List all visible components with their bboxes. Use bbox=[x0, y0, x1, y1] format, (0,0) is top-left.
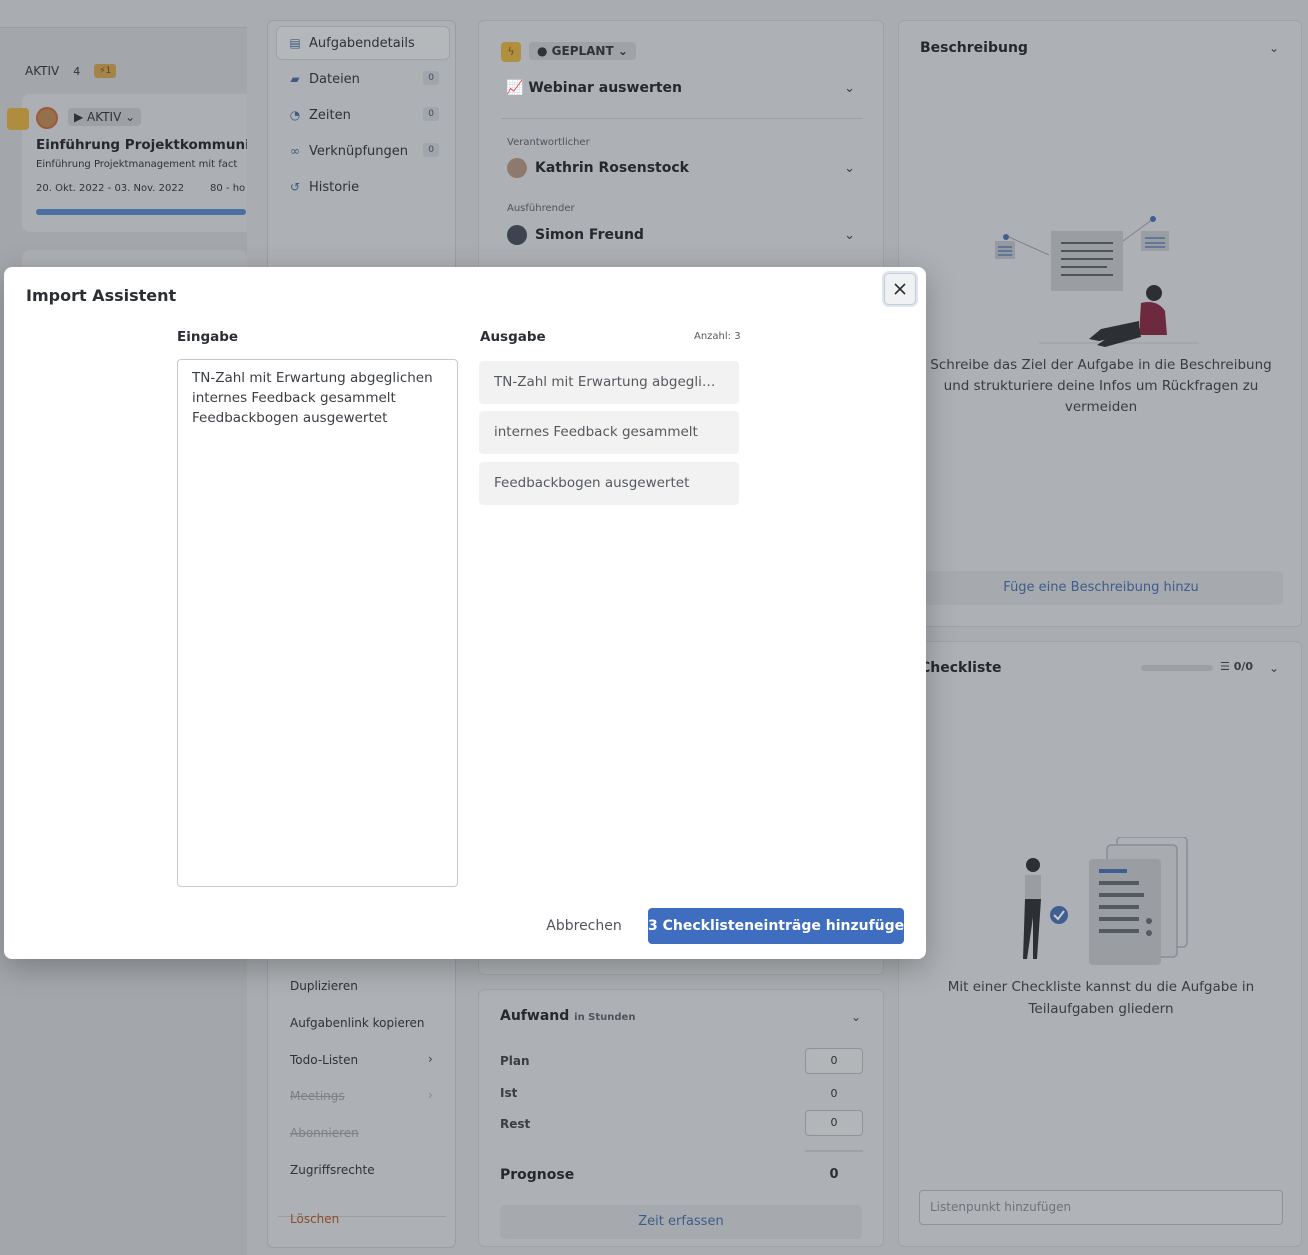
checklist-panel: Checkliste ☰ 0/0 ⌄ Mit einer Checkliste … bbox=[898, 641, 1302, 1247]
nav-label: Zeiten bbox=[309, 107, 351, 123]
nav-label: Verknüpfungen bbox=[309, 143, 409, 159]
responsible-name: Kathrin Rosenstock bbox=[535, 160, 689, 176]
avatar bbox=[36, 107, 58, 129]
avatar bbox=[507, 158, 527, 178]
rest-label: Rest bbox=[500, 1117, 531, 1131]
chevron-down-icon[interactable]: ⌄ bbox=[844, 81, 855, 96]
history-icon: ↺ bbox=[289, 180, 301, 194]
folder-icon: ▰ bbox=[290, 72, 300, 86]
nav-item-history[interactable]: ↺ Historie bbox=[277, 171, 449, 203]
link-icon: ∞ bbox=[290, 144, 300, 158]
executor-name: Simon Freund bbox=[535, 227, 644, 243]
chevron-down-icon[interactable]: ⌄ bbox=[1269, 661, 1279, 675]
clipboard-icon: ▤ bbox=[289, 36, 301, 50]
description-title: Beschreibung bbox=[920, 40, 1028, 56]
avatar bbox=[507, 225, 527, 245]
description-empty-text: Schreibe das Ziel der Aufgabe in die Bes… bbox=[930, 357, 1272, 415]
project-hours: 80 - ho bbox=[210, 183, 246, 194]
forecast-value: 0 bbox=[829, 1167, 839, 1182]
responsible-select[interactable]: Kathrin Rosenstock bbox=[507, 158, 689, 178]
project-subtitle: Einführung Projektmanagement mit fact bbox=[36, 159, 238, 170]
divider bbox=[805, 1150, 863, 1152]
nav-item-files[interactable]: ▰ Dateien 0 bbox=[277, 63, 449, 95]
plan-label: Plan bbox=[500, 1054, 530, 1068]
chevron-down-icon[interactable]: ⌄ bbox=[1269, 41, 1279, 55]
count-badge: 0 bbox=[423, 107, 439, 121]
forecast-label: Prognose bbox=[500, 1167, 575, 1183]
project-title: Einführung Projektkommunikat bbox=[36, 137, 275, 153]
copy-link-action[interactable]: Aufgabenlink kopieren bbox=[290, 1016, 425, 1030]
description-illustration-icon bbox=[995, 216, 1199, 347]
lightning-icon: ϟ bbox=[501, 42, 521, 62]
checklist-count: ☰ 0/0 bbox=[1220, 660, 1254, 673]
nav-label: Aufgabendetails bbox=[309, 35, 415, 51]
checklist-item-input[interactable]: Listenpunkt hinzufügen bbox=[919, 1190, 1283, 1225]
close-icon bbox=[894, 283, 906, 295]
output-count: Anzahl: 3 bbox=[694, 331, 741, 342]
meetings-action: Meetings bbox=[290, 1089, 345, 1103]
actual-value: 0 bbox=[830, 1087, 838, 1100]
output-item: internes Feedback gesammelt bbox=[479, 411, 739, 454]
chevron-down-icon[interactable]: ⌄ bbox=[851, 1010, 861, 1024]
checklist-empty-text: Mit einer Checkliste kannst du die Aufga… bbox=[947, 979, 1255, 1017]
cancel-button[interactable]: Abbrechen bbox=[532, 908, 636, 944]
column-header: AKTIV 4 ⚡1 bbox=[25, 64, 117, 78]
nav-label: Dateien bbox=[309, 71, 360, 87]
todo-lists-action[interactable]: Todo-Listen bbox=[290, 1053, 358, 1067]
plan-input[interactable]: 0 bbox=[805, 1048, 863, 1074]
top-toolbar bbox=[0, 0, 247, 28]
output-item: TN-Zahl mit Erwartung abgeglichen bbox=[479, 361, 739, 404]
output-label: Ausgabe bbox=[480, 329, 546, 345]
checklist-title: Checkliste bbox=[920, 660, 1002, 676]
input-label: Eingabe bbox=[177, 329, 239, 345]
count-badge: 0 bbox=[423, 143, 439, 157]
column-title: AKTIV bbox=[25, 64, 60, 78]
effort-panel: Aufwand in Stunden ⌄ Plan 0 Ist 0 Rest 0… bbox=[478, 989, 884, 1247]
status-dropdown[interactable]: ● GEPLANT ⌄ bbox=[529, 42, 636, 60]
project-card[interactable]: ▶ AKTIV ⌄ Einführung Projektkommunikat E… bbox=[7, 94, 274, 232]
add-description-button[interactable]: Füge eine Beschreibung hinzu bbox=[919, 571, 1283, 605]
modal-title: Import Assistent bbox=[26, 286, 177, 305]
effort-title: Aufwand in Stunden bbox=[500, 1008, 636, 1024]
nav-item-links[interactable]: ∞ Verknüpfungen 0 bbox=[277, 135, 449, 167]
task-title[interactable]: 📈 Webinar auswerten bbox=[506, 80, 682, 96]
delete-action[interactable]: Löschen bbox=[290, 1212, 339, 1226]
stopwatch-icon: ◔ bbox=[289, 108, 301, 122]
rest-input[interactable]: 0 bbox=[805, 1110, 863, 1136]
checklist-illustration-icon bbox=[1023, 837, 1188, 965]
import-textarea[interactable] bbox=[177, 359, 458, 887]
warning-badge: ⚡1 bbox=[94, 64, 117, 78]
log-time-button[interactable]: Zeit erfassen bbox=[500, 1205, 862, 1239]
checklist-progress-bar bbox=[1141, 665, 1213, 671]
count-badge: 0 bbox=[423, 71, 439, 85]
nav-label: Historie bbox=[309, 179, 360, 195]
chevron-right-icon: › bbox=[428, 1088, 433, 1102]
output-item: Feedbackbogen ausgewertet bbox=[479, 462, 739, 505]
chevron-right-icon: › bbox=[428, 1052, 433, 1066]
executor-select[interactable]: Simon Freund bbox=[507, 225, 644, 245]
chevron-down-icon[interactable]: ⌄ bbox=[844, 228, 855, 243]
executor-label: Ausführender bbox=[507, 203, 575, 214]
project-dates: 20. Okt. 2022 - 03. Nov. 2022 bbox=[36, 183, 185, 194]
import-assistant-modal: Import Assistent Eingabe Ausgabe Anzahl:… bbox=[4, 267, 926, 959]
subscribe-action: Abonnieren bbox=[290, 1126, 359, 1140]
responsible-label: Verantwortlicher bbox=[507, 137, 590, 148]
nav-item-details[interactable]: ▤ Aufgabendetails bbox=[277, 27, 449, 59]
divider bbox=[501, 118, 863, 119]
add-checklist-items-button[interactable]: 3 Checklisteneinträge hinzufügen bbox=[648, 908, 914, 944]
column-count: 4 bbox=[73, 64, 81, 78]
progress-bar bbox=[36, 209, 246, 215]
access-rights-action[interactable]: Zugriffsrechte bbox=[290, 1163, 375, 1177]
nav-item-times[interactable]: ◔ Zeiten 0 bbox=[277, 99, 449, 131]
status-dropdown[interactable]: ▶ AKTIV ⌄ bbox=[68, 108, 142, 126]
lightning-icon bbox=[7, 108, 29, 130]
close-button[interactable] bbox=[884, 273, 916, 305]
description-panel: Beschreibung ⌄ Schreibe das Ziel der Auf… bbox=[898, 20, 1302, 627]
chevron-down-icon[interactable]: ⌄ bbox=[844, 161, 855, 176]
actual-label: Ist bbox=[500, 1086, 518, 1100]
duplicate-action[interactable]: Duplizieren bbox=[290, 979, 358, 993]
